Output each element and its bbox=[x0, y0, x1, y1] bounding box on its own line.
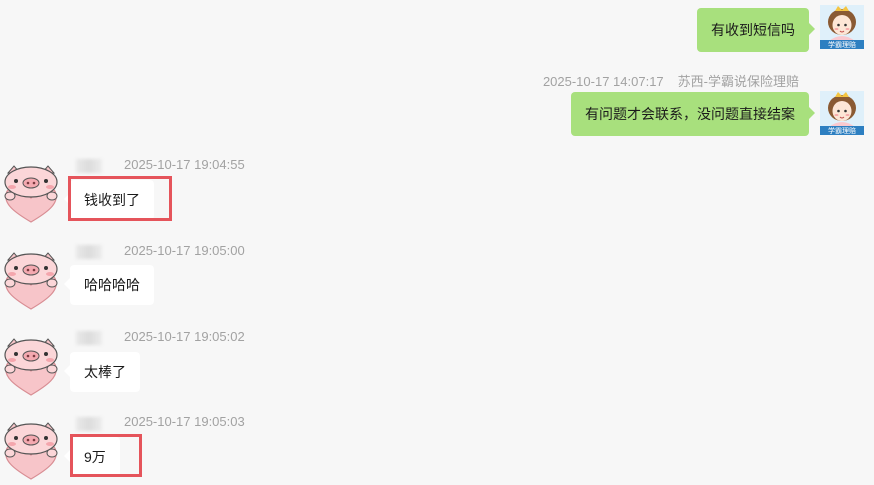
avatar-label: 学霸理赔 bbox=[828, 40, 856, 49]
incoming-message-bubble[interactable]: 哈哈哈哈 bbox=[64, 265, 154, 305]
sender-name[interactable]: 苏西-学霸说保险理赔 bbox=[678, 74, 799, 89]
girl-cartoon-avatar-icon: 学霸理赔 bbox=[820, 91, 864, 135]
sender-name-blurred bbox=[76, 417, 102, 431]
girl-cartoon-avatar-icon: 学霸理赔 bbox=[820, 5, 864, 49]
message-meta: 2025-10-17 14:07:17 苏西-学霸说保险理赔 bbox=[543, 71, 799, 90]
message-text: 钱收到了 bbox=[84, 192, 140, 208]
sender-name-blurred bbox=[76, 245, 102, 259]
chat-area: 有收到短信吗 学霸理赔 2025-10-17 14:07:17 苏西-学霸说保险理… bbox=[0, 0, 874, 485]
outgoing-message-bubble[interactable]: 有问题才会联系，没问题直接结案 bbox=[571, 92, 815, 136]
customer-avatar[interactable] bbox=[0, 164, 62, 226]
pig-heart-avatar-icon bbox=[0, 421, 62, 483]
message-timestamp: 2025-10-17 14:07:17 bbox=[542, 74, 664, 89]
sender-name-blurred bbox=[76, 331, 102, 345]
incoming-message-bubble[interactable]: 钱收到了 bbox=[64, 180, 154, 220]
incoming-message-bubble[interactable]: 9万 bbox=[64, 437, 120, 477]
message-timestamp: 2025-10-17 19:04:55 bbox=[124, 157, 245, 172]
incoming-message-bubble[interactable]: 太棒了 bbox=[64, 352, 140, 392]
outgoing-message-bubble[interactable]: 有收到短信吗 bbox=[697, 8, 815, 52]
message-text: 太棒了 bbox=[84, 364, 126, 380]
customer-avatar[interactable] bbox=[0, 421, 62, 483]
pig-heart-avatar-icon bbox=[0, 337, 62, 399]
message-timestamp: 2025-10-17 19:05:00 bbox=[124, 243, 245, 258]
pig-heart-avatar-icon bbox=[0, 251, 62, 313]
message-text: 有问题才会联系，没问题直接结案 bbox=[585, 106, 795, 122]
customer-avatar[interactable] bbox=[0, 337, 62, 399]
agent-avatar[interactable]: 学霸理赔 bbox=[820, 5, 864, 49]
message-text: 哈哈哈哈 bbox=[84, 277, 140, 293]
avatar-label: 学霸理赔 bbox=[828, 126, 856, 135]
customer-avatar[interactable] bbox=[0, 251, 62, 313]
message-timestamp: 2025-10-17 19:05:03 bbox=[124, 414, 245, 429]
message-text: 9万 bbox=[84, 449, 106, 465]
message-text: 有收到短信吗 bbox=[711, 22, 795, 38]
sender-name-blurred bbox=[76, 159, 102, 173]
pig-heart-avatar-icon bbox=[0, 164, 62, 226]
agent-avatar[interactable]: 学霸理赔 bbox=[820, 91, 864, 135]
message-timestamp: 2025-10-17 19:05:02 bbox=[124, 329, 245, 344]
